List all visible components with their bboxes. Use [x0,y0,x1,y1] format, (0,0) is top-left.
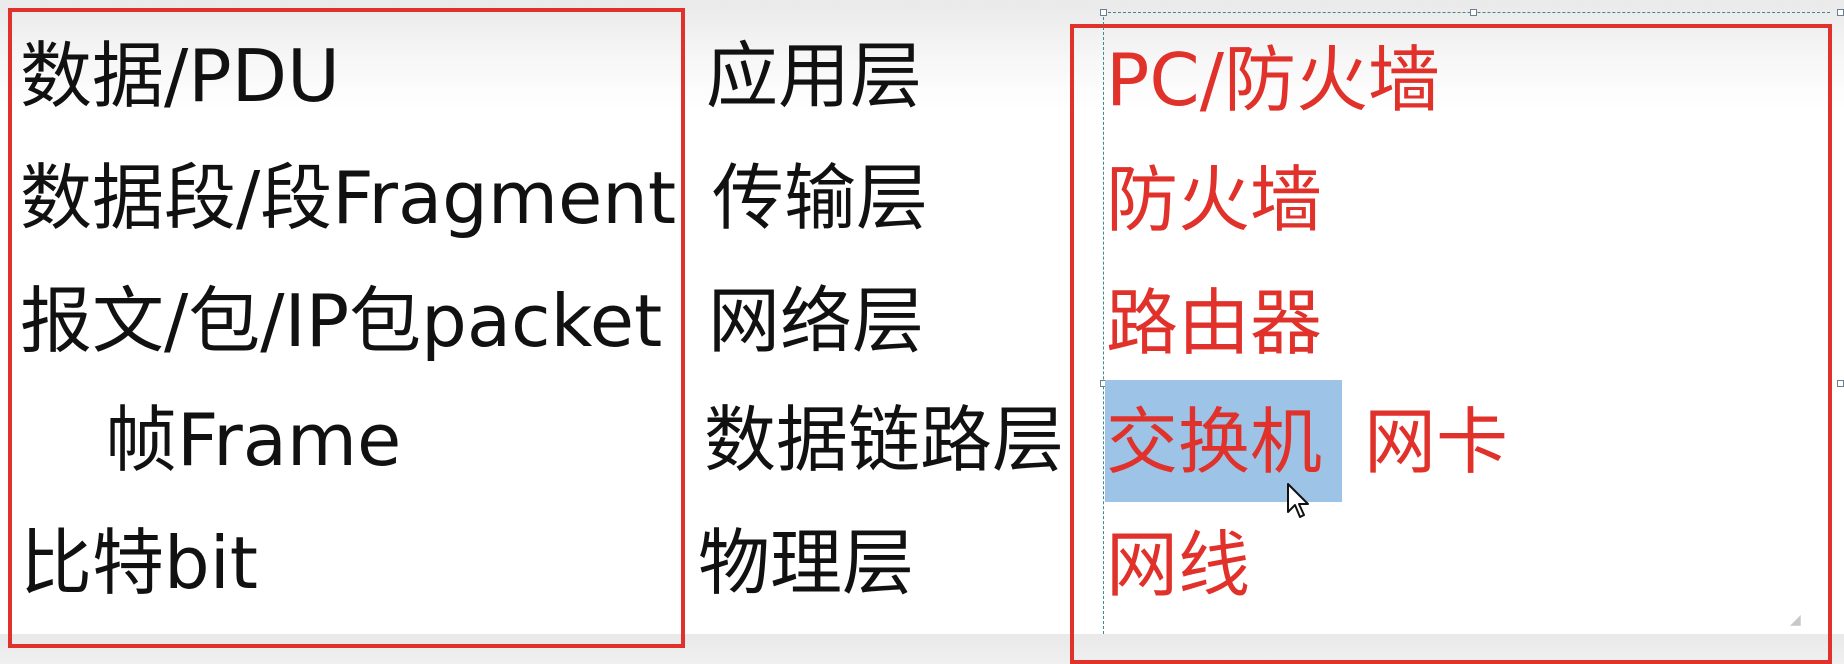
resize-handle-top-right[interactable] [1837,9,1844,16]
pdu-label-bit: 比特bit [20,521,258,605]
scroll-indicator-icon: ◢ [1790,612,1801,628]
device-label-pc-firewall[interactable]: PC/防火墙 [1106,44,1440,116]
pdu-label-frame: 帧Frame [105,398,402,482]
resize-handle-top-left[interactable] [1100,9,1107,16]
resize-handle-top-middle[interactable] [1470,9,1477,16]
pdu-label-segment: 数据段/段Fragment [20,156,677,240]
device-label-cable[interactable]: 网线 [1106,529,1250,601]
layer-label-application: 应用层 [706,34,923,118]
layer-label-physical: 物理层 [698,521,915,605]
arrow-cursor-icon [1287,483,1309,518]
layer-label-data-link: 数据链路层 [704,398,1065,482]
layer-label-network: 网络层 [708,279,925,363]
textbox-selection-top-edge [1103,12,1830,13]
device-label-nic[interactable]: 网卡 [1364,406,1508,478]
textbox-selection-left-edge [1103,12,1104,634]
pdu-label-data: 数据/PDU [20,34,340,118]
pdu-label-packet: 报文/包/IP包packet [20,279,663,363]
device-label-router[interactable]: 路由器 [1106,287,1322,359]
layer-label-transport: 传输层 [712,156,929,240]
resize-handle-middle-right[interactable] [1837,380,1844,387]
device-label-switch[interactable]: 交换机 [1106,406,1322,478]
device-label-firewall[interactable]: 防火墙 [1106,164,1322,236]
